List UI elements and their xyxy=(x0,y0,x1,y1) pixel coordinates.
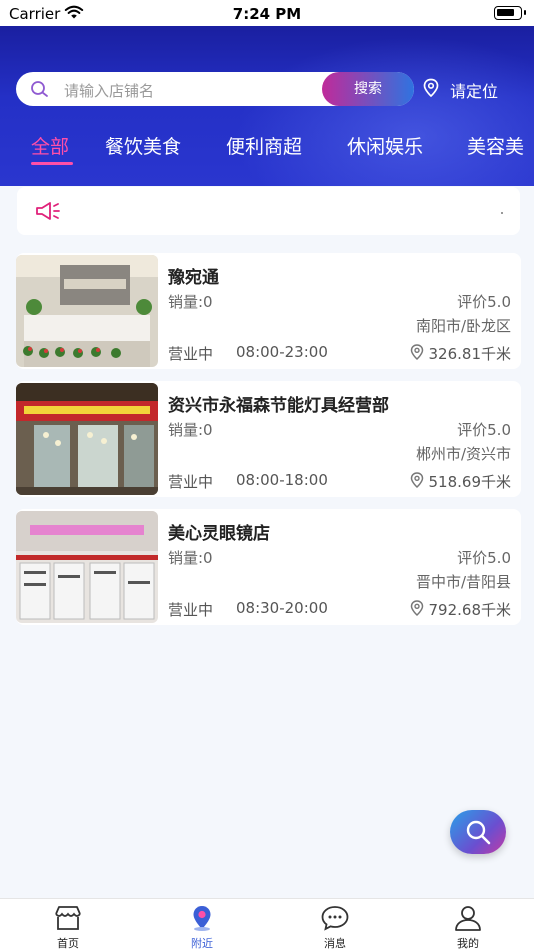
shop-rating: 评价5.0 xyxy=(457,549,511,567)
bottom-tab-bar: 首页 附近 消息 我的 xyxy=(0,898,534,950)
store-icon xyxy=(55,906,81,930)
shop-name: 美心灵眼镜店 xyxy=(168,524,270,544)
shop-card[interactable]: 美心灵眼镜店 销量:0 评价5.0 晋中市/昔阳县 营业中 08:30-20:0… xyxy=(16,509,521,625)
shop-distance: 326.81千米 xyxy=(428,345,512,363)
active-tab-indicator xyxy=(31,162,73,165)
tab-all[interactable]: 全部 xyxy=(31,132,69,159)
shop-region: 晋中市/昔阳县 xyxy=(415,573,511,591)
tab-label: 我的 xyxy=(457,937,479,950)
shop-name: 资兴市永福森节能灯具经营部 xyxy=(168,396,389,416)
shop-status: 营业中 xyxy=(168,601,214,619)
header: 请输入店铺名 搜索 请定位 全部 餐饮美食 便利商超 休闲娱乐 美容美 xyxy=(0,26,534,186)
category-tabs: 全部 餐饮美食 便利商超 休闲娱乐 美容美 xyxy=(0,132,534,172)
tab-food[interactable]: 餐饮美食 xyxy=(105,132,181,159)
shop-region: 南阳市/卧龙区 xyxy=(415,317,511,335)
nearby-pin-icon xyxy=(193,906,211,931)
announcement-bar[interactable] xyxy=(17,187,520,235)
shop-photo xyxy=(16,511,158,623)
shop-sales: 销量:0 xyxy=(168,549,213,567)
tab-messages[interactable]: 消息 xyxy=(285,899,385,950)
location-pin-icon[interactable] xyxy=(422,78,440,98)
shop-card[interactable]: 豫宛通 销量:0 评价5.0 南阳市/卧龙区 营业中 08:00-23:00 3… xyxy=(16,253,521,369)
search-icon xyxy=(466,820,491,845)
shop-distance: 792.68千米 xyxy=(428,601,512,619)
shop-hours: 08:00-23:00 xyxy=(236,343,328,361)
shop-rating: 评价5.0 xyxy=(457,421,511,439)
tab-beauty[interactable]: 美容美 xyxy=(467,132,524,159)
search-icon xyxy=(31,81,48,97)
tab-label: 首页 xyxy=(57,937,79,950)
shop-region: 郴州市/资兴市 xyxy=(415,445,511,463)
megaphone-icon xyxy=(36,202,60,220)
locate-button[interactable]: 请定位 xyxy=(450,78,498,102)
clock: 7:24 PM xyxy=(232,5,302,23)
user-icon xyxy=(455,906,481,931)
notice-marker xyxy=(501,212,503,214)
shop-sales: 销量:0 xyxy=(168,421,213,439)
location-pin-icon xyxy=(410,600,424,616)
shop-status: 营业中 xyxy=(168,473,214,491)
shop-name: 豫宛通 xyxy=(168,268,219,288)
search-bar[interactable]: 请输入店铺名 搜索 xyxy=(16,72,414,106)
shop-photo xyxy=(16,255,158,367)
message-icon xyxy=(321,906,349,931)
search-button[interactable]: 搜索 xyxy=(322,72,414,106)
tab-profile[interactable]: 我的 xyxy=(418,899,518,950)
shop-hours: 08:00-18:00 xyxy=(236,471,328,489)
shop-status: 营业中 xyxy=(168,345,214,363)
tab-label: 消息 xyxy=(324,937,346,950)
floating-search-button[interactable] xyxy=(450,810,506,854)
shop-photo xyxy=(16,383,158,495)
status-bar: Carrier 7:24 PM xyxy=(0,0,534,26)
battery-icon xyxy=(494,6,526,20)
tab-label: 附近 xyxy=(191,937,213,950)
tab-convenience[interactable]: 便利商超 xyxy=(226,132,302,159)
shop-card[interactable]: 资兴市永福森节能灯具经营部 销量:0 评价5.0 郴州市/资兴市 营业中 08:… xyxy=(16,381,521,497)
shop-sales: 销量:0 xyxy=(168,293,213,311)
shop-distance: 518.69千米 xyxy=(428,473,512,491)
tab-nearby[interactable]: 附近 xyxy=(152,899,252,950)
location-pin-icon xyxy=(410,344,424,360)
search-input[interactable]: 请输入店铺名 xyxy=(64,80,154,101)
shop-rating: 评价5.0 xyxy=(457,293,511,311)
tab-home[interactable]: 首页 xyxy=(18,899,118,950)
shop-hours: 08:30-20:00 xyxy=(236,599,328,617)
tab-leisure[interactable]: 休闲娱乐 xyxy=(347,132,423,159)
location-pin-icon xyxy=(410,472,424,488)
